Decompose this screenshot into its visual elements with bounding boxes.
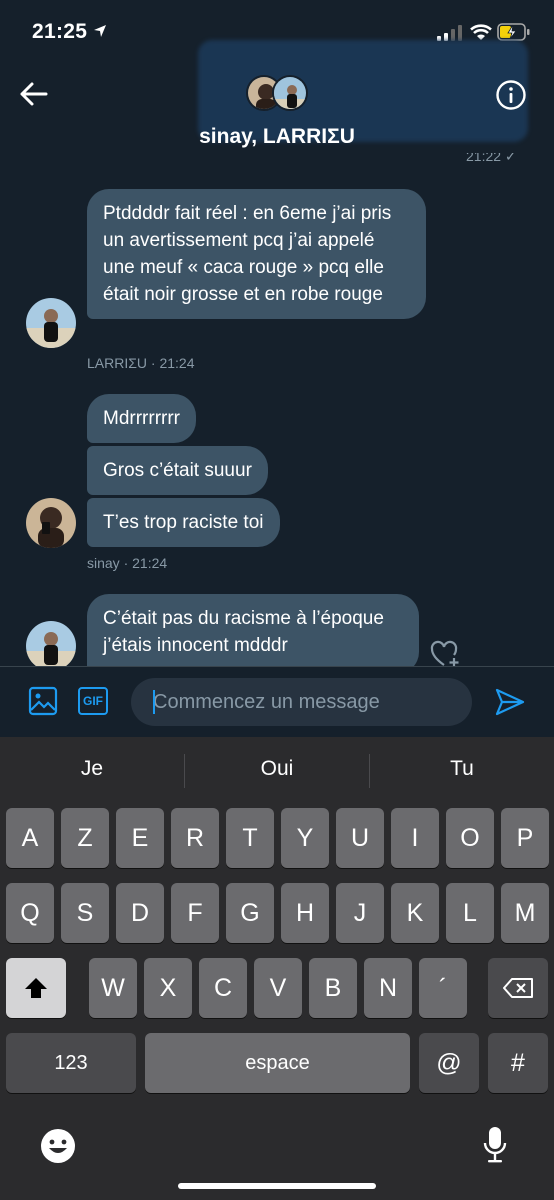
gif-button[interactable]: GIF — [78, 687, 108, 715]
message-bubble[interactable]: Ptddddr fait réel : en 6eme j’ai pris un… — [87, 189, 426, 319]
key[interactable]: P — [501, 808, 549, 868]
suggestion-item[interactable]: Tu — [370, 757, 554, 781]
key[interactable]: G — [226, 883, 274, 943]
wifi-icon — [470, 24, 492, 40]
key[interactable]: I — [391, 808, 439, 868]
status-time: 21:25 — [32, 20, 88, 43]
space-key[interactable]: espace — [145, 1033, 410, 1093]
timestamp-partial: 21:22 ✓ — [466, 153, 517, 164]
key[interactable]: E — [116, 808, 164, 868]
key[interactable]: U — [336, 808, 384, 868]
key[interactable]: T — [226, 808, 274, 868]
battery-charging-icon — [497, 23, 530, 41]
message-composer: GIF — [0, 667, 554, 737]
key[interactable]: V — [254, 958, 302, 1018]
shift-key[interactable] — [6, 958, 66, 1018]
message-meta: LARRIΣU · 21:24 — [87, 355, 194, 371]
key[interactable]: O — [446, 808, 494, 868]
backspace-icon — [503, 978, 533, 998]
heart-plus-icon[interactable] — [430, 640, 462, 668]
sender-name: sinay — [87, 555, 120, 571]
message-bubble[interactable]: Gros c’était suuur — [87, 446, 268, 495]
key[interactable]: X — [144, 958, 192, 1018]
key[interactable]: Q — [6, 883, 54, 943]
conversation-title[interactable]: sinay, LARRIΣU — [0, 125, 554, 149]
key[interactable]: M — [501, 883, 549, 943]
suggestion-item[interactable]: Je — [0, 757, 184, 781]
avatar[interactable] — [26, 621, 76, 671]
key[interactable]: S — [61, 883, 109, 943]
key[interactable]: D — [116, 883, 164, 943]
back-arrow-icon[interactable] — [18, 80, 50, 108]
message-time: · 21:24 — [150, 355, 195, 371]
key[interactable]: B — [309, 958, 357, 1018]
suggestion-item[interactable]: Oui — [185, 757, 369, 781]
key[interactable]: C — [199, 958, 247, 1018]
backspace-key[interactable] — [488, 958, 548, 1018]
home-indicator[interactable] — [178, 1183, 376, 1189]
key[interactable]: H — [281, 883, 329, 943]
keyboard: Je Oui Tu A Z E R T Y U I O P Q S D F G … — [0, 737, 554, 1200]
message-bubble[interactable]: Mdrrrrrrrr — [87, 394, 197, 443]
key[interactable]: Y — [281, 808, 329, 868]
message-time: · 21:24 — [123, 555, 168, 571]
avatar[interactable] — [26, 298, 76, 348]
avatar — [272, 75, 308, 111]
key[interactable]: L — [446, 883, 494, 943]
key[interactable]: A — [6, 808, 54, 868]
key[interactable]: R — [171, 808, 219, 868]
suggestion-bar: Je Oui Tu — [0, 737, 554, 805]
group-avatars[interactable] — [246, 75, 308, 113]
key[interactable]: Z — [61, 808, 109, 868]
text-cursor — [153, 690, 155, 714]
message-meta: sinay · 21:24 — [87, 555, 167, 571]
numbers-key[interactable]: 123 — [6, 1033, 136, 1093]
key[interactable]: F — [171, 883, 219, 943]
microphone-icon[interactable] — [482, 1125, 508, 1165]
key[interactable]: J — [336, 883, 384, 943]
emoji-icon[interactable] — [39, 1127, 77, 1165]
key[interactable]: N — [364, 958, 412, 1018]
at-key[interactable]: @ — [419, 1033, 479, 1093]
image-icon[interactable] — [28, 686, 58, 716]
send-icon[interactable] — [494, 687, 526, 717]
hash-key[interactable]: # — [488, 1033, 548, 1093]
message-bubble[interactable]: T’es trop raciste toi — [87, 498, 280, 547]
key[interactable]: ´ — [419, 958, 467, 1018]
message-bubble[interactable]: C’était pas du racisme à l’époque j’étai… — [87, 594, 419, 674]
shift-icon — [25, 978, 47, 998]
sender-name: LARRIΣU — [87, 355, 147, 371]
cellular-signal-icon — [437, 25, 462, 41]
key[interactable]: K — [391, 883, 439, 943]
key[interactable]: W — [89, 958, 137, 1018]
info-icon[interactable] — [495, 79, 527, 111]
avatar[interactable] — [26, 498, 76, 548]
location-arrow-icon — [94, 25, 106, 37]
message-input[interactable] — [131, 678, 472, 726]
